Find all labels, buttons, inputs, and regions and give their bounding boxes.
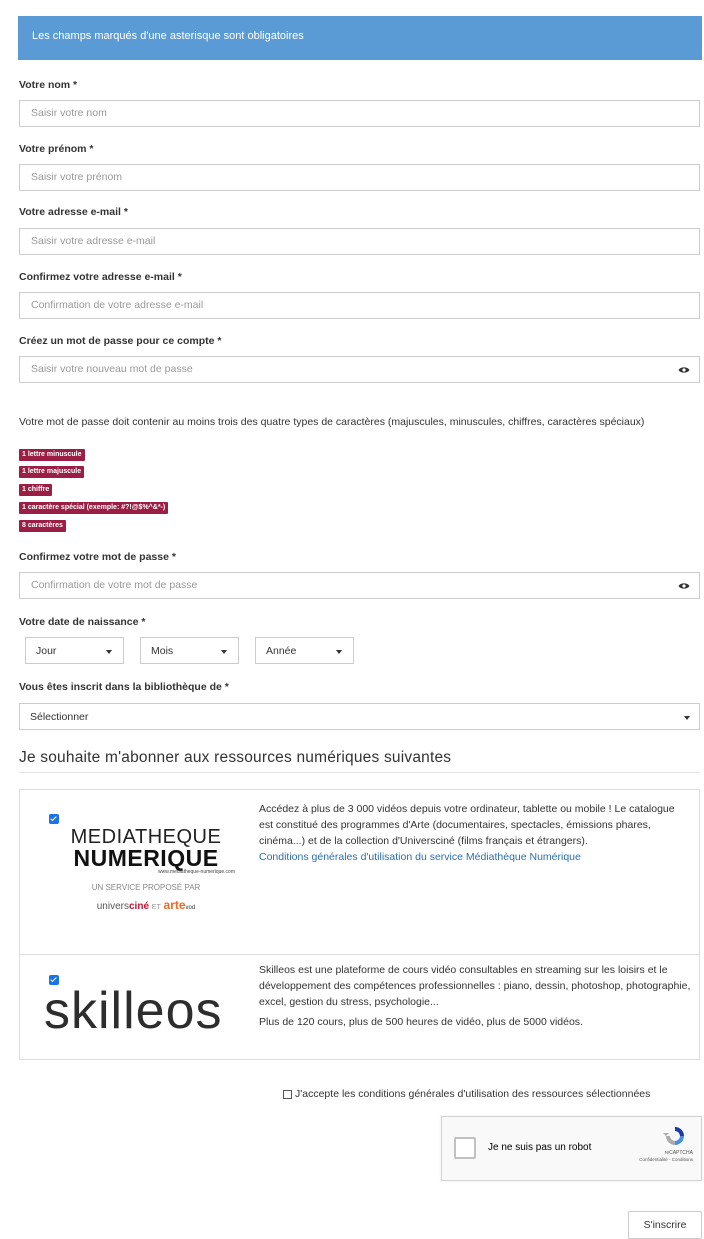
skilleos-stats: Plus de 120 cours, plus de 500 heures de… bbox=[259, 1016, 583, 1028]
library-select-value: Sélectionner bbox=[30, 711, 89, 723]
email-confirm-input[interactable]: Confirmation de votre adresse e-mail bbox=[19, 292, 700, 319]
logo-cine: ciné bbox=[129, 901, 150, 912]
skilleos-logo: skilleos bbox=[44, 982, 223, 1040]
required-fields-banner: Les champs marqués d'une asterisque sont… bbox=[18, 16, 702, 60]
logo-vod: vod bbox=[185, 905, 196, 911]
email-label: Votre adresse e-mail * bbox=[19, 206, 128, 218]
rule-badge-digit: 1 chiffre bbox=[19, 484, 53, 496]
chevron-down-icon bbox=[336, 650, 342, 654]
resource-skilleos: skilleos Skilleos est une plateforme de … bbox=[19, 954, 700, 1060]
terms-checkbox[interactable] bbox=[283, 1090, 292, 1099]
rule-badge-length: 8 caractères bbox=[19, 520, 66, 532]
nom-input[interactable]: Saisir votre nom bbox=[19, 100, 700, 127]
year-select[interactable]: Année bbox=[255, 637, 354, 664]
prenom-label: Votre prénom * bbox=[19, 143, 94, 155]
recaptcha-widget: Je ne suis pas un robot reCAPTCHA Confid… bbox=[441, 1116, 702, 1181]
chevron-down-icon bbox=[684, 716, 690, 720]
recaptcha-brand: reCAPTCHA bbox=[664, 1150, 693, 1156]
password-input[interactable]: Saisir votre nouveau mot de passe bbox=[19, 356, 669, 383]
rule-badge-special: 1 caractère spécial (exemple: #?!@$%^&*-… bbox=[19, 502, 169, 514]
birthdate-label: Votre date de naissance * bbox=[19, 616, 146, 628]
skilleos-description: Skilleos est une plateforme de cours vid… bbox=[259, 964, 691, 1008]
mediatheque-checkbox[interactable] bbox=[49, 814, 59, 824]
password-help-text: Votre mot de passe doit contenir au moin… bbox=[19, 416, 645, 428]
month-select[interactable]: Mois bbox=[140, 637, 239, 664]
email-input[interactable]: Saisir votre adresse e-mail bbox=[19, 228, 700, 255]
email-confirm-label: Confirmez votre adresse e-mail * bbox=[19, 271, 182, 283]
show-password-button[interactable] bbox=[668, 356, 700, 383]
mediatheque-description-block: Accédez à plus de 3 000 vidéos depuis vo… bbox=[259, 801, 691, 865]
password-label: Créez un mot de passe pour ce compte * bbox=[19, 335, 222, 347]
skilleos-description-block: Skilleos est une plateforme de cours vid… bbox=[259, 962, 691, 1030]
logo-arte: arte bbox=[163, 898, 186, 912]
recaptcha-label: Je ne suis pas un robot bbox=[488, 1142, 592, 1153]
resource-mediatheque: MEDIATHEQUE NUMERIQUE www.mediatheque-nu… bbox=[19, 789, 700, 955]
show-password-confirm-button[interactable] bbox=[668, 572, 700, 599]
logo-et: ET bbox=[151, 904, 161, 911]
mediatheque-logo: MEDIATHEQUE NUMERIQUE www.mediatheque-nu… bbox=[51, 827, 241, 912]
library-label: Vous êtes inscrit dans la bibliothèque d… bbox=[19, 681, 229, 693]
month-select-value: Mois bbox=[151, 645, 174, 657]
recaptcha-checkbox[interactable] bbox=[454, 1137, 476, 1159]
library-select[interactable]: Sélectionner bbox=[19, 703, 700, 730]
year-select-value: Année bbox=[266, 645, 297, 657]
recaptcha-icon bbox=[663, 1127, 684, 1145]
day-select-value: Jour bbox=[36, 645, 57, 657]
mediatheque-terms-link[interactable]: Conditions générales d'utilisation du se… bbox=[259, 851, 581, 863]
section-divider bbox=[19, 772, 700, 773]
terms-label: J'accepte les conditions générales d'uti… bbox=[295, 1088, 651, 1100]
recaptcha-links[interactable]: Confidentialité - Conditions bbox=[639, 1157, 693, 1162]
resources-section-title: Je souhaite m'abonner aux ressources num… bbox=[19, 749, 452, 766]
password-confirm-input[interactable]: Confirmation de votre mot de passe bbox=[19, 572, 669, 599]
eye-icon bbox=[678, 367, 690, 373]
logo-line2: NUMERIQUE bbox=[73, 845, 219, 871]
password-confirm-label: Confirmez votre mot de passe * bbox=[19, 551, 176, 563]
chevron-down-icon bbox=[106, 650, 112, 654]
mediatheque-description: Accédez à plus de 3 000 vidéos depuis vo… bbox=[259, 803, 675, 847]
eye-icon bbox=[678, 583, 690, 589]
prenom-input[interactable]: Saisir votre prénom bbox=[19, 164, 700, 191]
logo-line1: MEDIATHEQUE bbox=[70, 826, 222, 848]
rule-badge-lowercase: 1 lettre minuscule bbox=[19, 449, 85, 461]
rule-badge-uppercase: 1 lettre majuscule bbox=[19, 466, 85, 478]
logo-service: UN SERVICE PROPOSÉ PAR bbox=[91, 883, 201, 892]
day-select[interactable]: Jour bbox=[25, 637, 124, 664]
logo-univers: univers bbox=[96, 901, 129, 912]
nom-label: Votre nom * bbox=[19, 79, 78, 91]
chevron-down-icon bbox=[221, 650, 227, 654]
submit-button[interactable]: S'inscrire bbox=[628, 1211, 702, 1239]
